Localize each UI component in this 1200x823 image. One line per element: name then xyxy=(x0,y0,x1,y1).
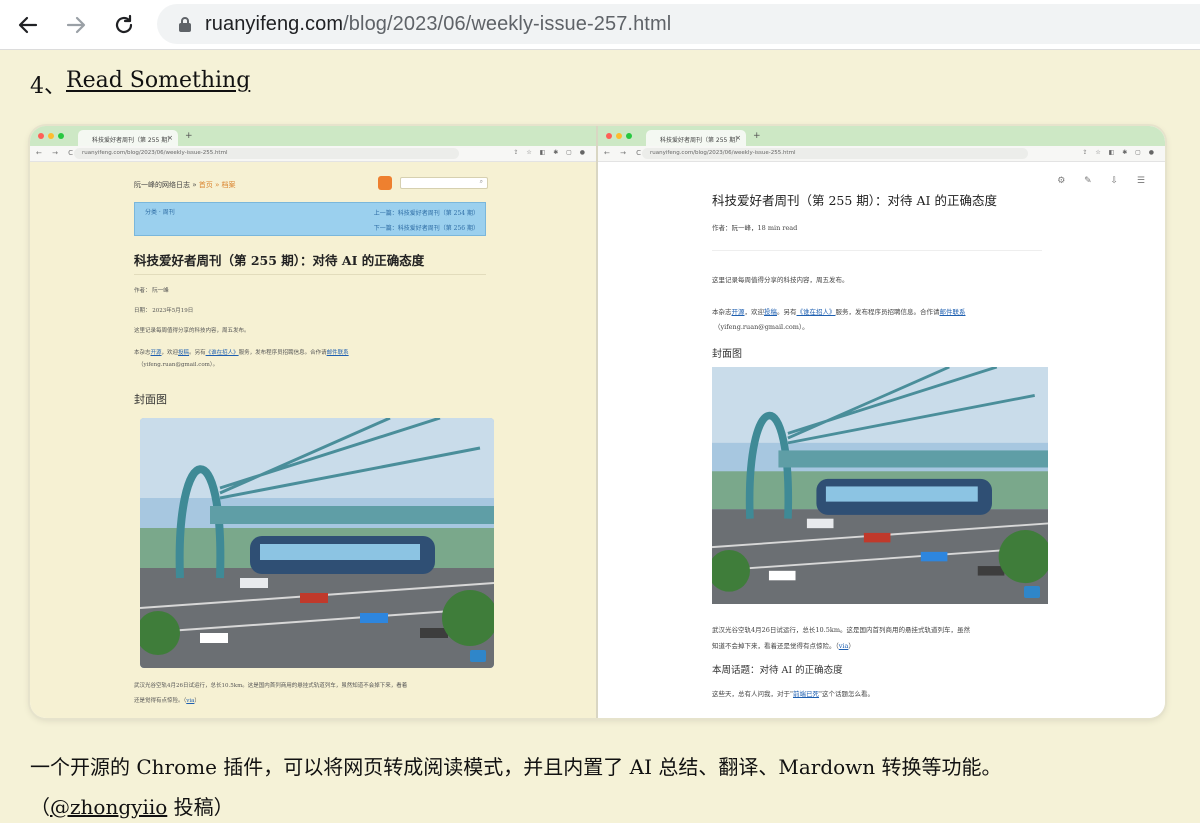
mini-address-row: ← → C ruanyifeng.com/blog/2023/06/weekly… xyxy=(30,146,596,162)
reload-button[interactable] xyxy=(108,9,140,41)
mini-toolbar-icons: ⇪ ☆ ◧ ✱ ▢ ● xyxy=(1082,149,1157,156)
url-text[interactable]: ruanyifeng.com/blog/2023/06/weekly-issue… xyxy=(205,13,671,36)
blog-breadcrumb: 阮一峰的网络日志 » 首页 » 档案 xyxy=(134,181,236,189)
prev-post-link: 上一篇：科技爱好者周刊（第 254 期） xyxy=(373,210,479,217)
back-arrow-icon xyxy=(18,16,38,34)
mini-tab: 科技爱好者周刊（第 255 期） × xyxy=(646,130,746,146)
blog-caption-line2: 还是觉得有点惊险。（via） xyxy=(134,698,200,704)
blog-intro: 这里记录每周值得分享的科技内容，周五发布。 xyxy=(134,328,250,334)
reload-icon xyxy=(115,14,133,34)
url-path: /blog/2023/06/weekly-issue-257.html xyxy=(343,12,672,35)
reader-caption-line1: 武汉光谷空轨4月26日试运行，总长10.5km。这是国内首列商用的悬挂式轨道列车… xyxy=(712,626,970,634)
url-domain: ruanyifeng.com xyxy=(205,12,344,35)
section-title-link[interactable]: Read Something xyxy=(66,68,250,100)
reader-email: （yifeng.ruan@gmail.com）。 xyxy=(714,323,809,331)
window-controls xyxy=(38,133,64,139)
mini-tab: 科技爱好者周刊（第 255 期） × xyxy=(78,130,178,146)
item-description: 一个开源的 Chrome 插件，可以将网页转成阅读模式，并且内置了 AI 总结、… xyxy=(30,747,1180,823)
reader-open-line: 本杂志开源，欢迎投稿。另有《谁在招人》服务，发布程序员招聘信息。合作请邮件联系 xyxy=(712,308,966,316)
blog-post-title: 科技爱好者周刊（第 255 期）：对待 AI 的正确态度 xyxy=(134,253,425,268)
new-tab-icon: + xyxy=(185,131,193,141)
tab-close-icon: × xyxy=(167,134,173,142)
reader-cover-heading: 封面图 xyxy=(712,349,742,360)
contributor-link[interactable]: @zhongyiio xyxy=(50,795,167,819)
original-page-pane: 科技爱好者周刊（第 255 期） × + ← → C ruanyifeng.com… xyxy=(30,126,596,718)
window-controls xyxy=(606,133,632,139)
blog-search-input: ⌕ xyxy=(400,177,488,189)
mini-url: ruanyifeng.com/blog/2023/06/weekly-issue… xyxy=(642,148,1028,159)
mini-url: ruanyifeng.com/blog/2023/06/weekly-issue… xyxy=(74,148,459,159)
address-bar[interactable]: ruanyifeng.com/blog/2023/06/weekly-issue… xyxy=(157,4,1200,44)
browser-toolbar: ruanyifeng.com/blog/2023/06/weekly-issue… xyxy=(0,0,1200,50)
reader-author: 作者：阮一峰，18 min read xyxy=(712,224,798,232)
reader-intro: 这里记录每周值得分享的科技内容，周五发布。 xyxy=(712,276,849,284)
post-nav-box: 分类 · 周刊 上一篇：科技爱好者周刊（第 254 期） 下一篇：科技爱好者周刊… xyxy=(134,202,486,236)
mini-nav-icons: ← → C xyxy=(36,149,78,157)
divider xyxy=(134,274,486,275)
rss-icon xyxy=(378,176,392,190)
back-button[interactable] xyxy=(12,9,44,41)
blog-open-line: 本杂志开源，欢迎投稿。另有《谁在招人》服务，发布程序员招聘信息。合作请邮件联系 xyxy=(134,350,349,356)
blog-author: 作者： 阮一峰 xyxy=(134,288,169,294)
credit-line: （@zhongyiio 投稿） xyxy=(30,795,234,819)
mini-address-row: ← → C ruanyifeng.com/blog/2023/06/weekly… xyxy=(598,146,1165,162)
next-post-link: 下一篇：科技爱好者周刊（第 256 期） xyxy=(373,225,479,232)
category-text: 分类 · 周刊 xyxy=(145,209,175,216)
divider xyxy=(712,250,1042,251)
mini-toolbar-icons: ⇪ ☆ ◧ ✱ ▢ ● xyxy=(513,149,588,156)
forward-button[interactable] xyxy=(60,9,92,41)
mini-tab-strip: 科技爱好者周刊（第 255 期） × + xyxy=(598,126,1165,146)
tab-close-icon: × xyxy=(735,134,741,142)
description-line: 一个开源的 Chrome 插件，可以将网页转成阅读模式，并且内置了 AI 总结、… xyxy=(30,755,1002,779)
reader-caption-line2: 知道不会掉下来，看着还是觉得有点惊险。（via） xyxy=(712,642,855,650)
article-screenshot: 科技爱好者周刊（第 255 期） × + ← → C ruanyifeng.com… xyxy=(30,126,1165,718)
blog-cover-heading: 封面图 xyxy=(134,393,167,406)
mini-nav-icons: ← → C xyxy=(604,149,646,157)
reader-mode-pane: 科技爱好者周刊（第 255 期） × + ← → C ruanyifeng.com… xyxy=(598,126,1165,718)
section-number: 4、 xyxy=(30,74,66,99)
reader-topic-heading: 本周话题：对待 AI 的正确态度 xyxy=(712,665,843,676)
photo-badge xyxy=(1024,586,1040,598)
mini-tab-strip: 科技爱好者周刊（第 255 期） × + xyxy=(30,126,596,146)
blog-email: （yifeng.ruan@gmail.com）。 xyxy=(138,362,219,368)
cover-photo xyxy=(140,418,494,668)
forward-arrow-icon xyxy=(66,16,86,34)
lock-icon[interactable] xyxy=(175,14,195,34)
reader-toolbar-icons: ⚙ ✎ ⇩ ☰ xyxy=(1057,176,1153,186)
reader-cover-photo xyxy=(712,367,1048,604)
section-heading: 4、 Read Something xyxy=(30,68,250,100)
new-tab-icon: + xyxy=(753,131,761,141)
blog-caption-line1: 武汉光谷空轨4月26日试运行，总长10.5km。这是国内首列商用的悬挂式轨道列车… xyxy=(134,683,408,689)
photo-badge xyxy=(470,650,486,662)
reader-title: 科技爱好者周刊（第 255 期）：对待 AI 的正确态度 xyxy=(712,193,997,208)
blog-date: 日期： 2023年5月19日 xyxy=(134,308,194,314)
reader-topic-line: 这些天，总有人问我，对于"前端已死"这个话题怎么看。 xyxy=(712,690,874,698)
